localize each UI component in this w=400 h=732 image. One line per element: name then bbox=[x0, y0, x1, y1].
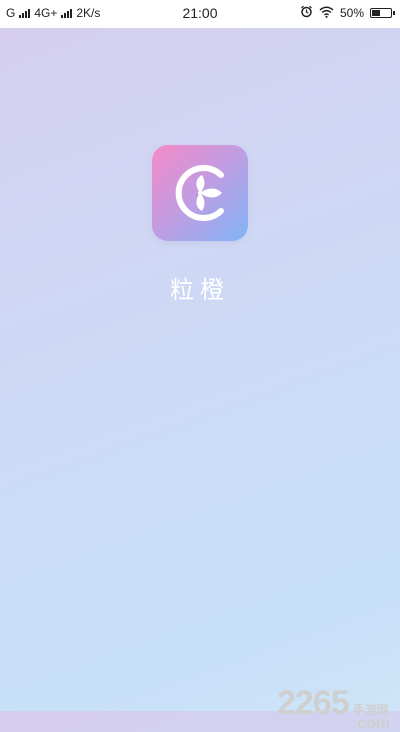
wifi-icon bbox=[319, 6, 334, 21]
alarm-icon bbox=[300, 5, 313, 21]
status-right: 50% bbox=[300, 5, 395, 21]
battery-icon bbox=[370, 8, 395, 18]
app-logo-icon bbox=[152, 145, 248, 241]
app-name: 粒橙 bbox=[170, 277, 230, 304]
battery-percent: 50% bbox=[339, 6, 364, 20]
watermark-text: 手游网 bbox=[352, 703, 389, 717]
watermark-domain: .com bbox=[352, 715, 390, 732]
watermark-number: 2265 bbox=[277, 684, 350, 722]
status-bar: G 4G+ 2K/s 21:00 50% bbox=[0, 0, 400, 28]
site-watermark: 2265 手游网 .com bbox=[277, 684, 390, 732]
